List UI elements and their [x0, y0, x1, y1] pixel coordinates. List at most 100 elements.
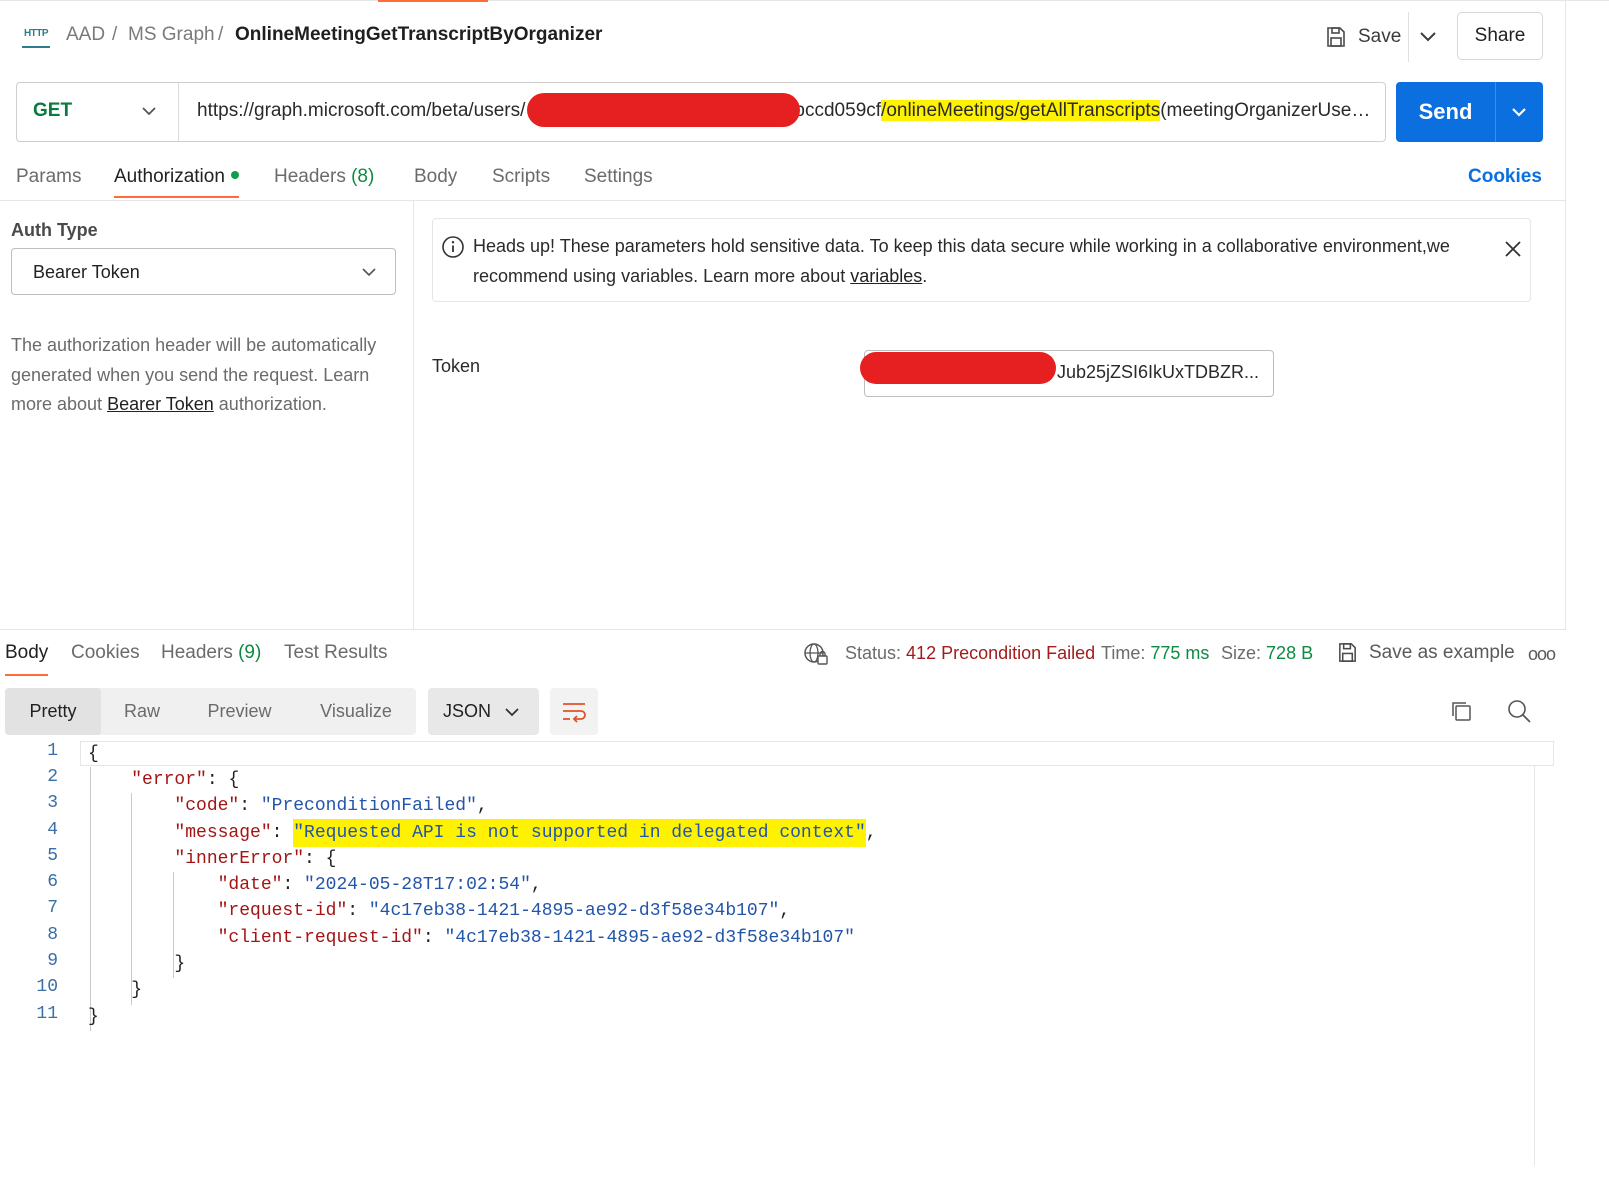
- json-value-highlighted: "Requested API is not supported in deleg…: [293, 819, 866, 847]
- code-line: "date": "2024-05-28T17:02:54",: [217, 875, 542, 895]
- code-line: "message": "Requested API is not support…: [88, 819, 877, 847]
- tab-body[interactable]: Body: [414, 166, 457, 188]
- chevron-down-icon[interactable]: [139, 101, 159, 121]
- save-as-example-button[interactable]: Save as example: [1336, 641, 1515, 664]
- more-options-icon[interactable]: ooo: [1528, 644, 1556, 665]
- brace: {: [228, 770, 240, 790]
- chevron-down-icon[interactable]: [1412, 22, 1444, 52]
- divider: [1408, 12, 1409, 62]
- line-number: 9: [47, 951, 58, 971]
- line-number: 5: [47, 846, 58, 866]
- size-readout[interactable]: Size: 728 B: [1221, 643, 1313, 664]
- save-icon: [1339, 643, 1356, 662]
- response-headers-count: (9): [238, 642, 262, 663]
- line-number: 3: [47, 793, 58, 813]
- save-as-example-label: Save as example: [1369, 641, 1515, 663]
- bearer-token-link[interactable]: Bearer Token: [107, 394, 214, 414]
- line-number: 6: [47, 872, 58, 892]
- tab-scripts[interactable]: Scripts: [492, 166, 550, 188]
- json-value: "2024-05-28T17:02:54": [304, 875, 531, 895]
- view-pretty[interactable]: Pretty: [5, 688, 101, 735]
- headers-count: (8): [351, 166, 375, 187]
- share-button[interactable]: Share: [1457, 12, 1543, 60]
- close-icon[interactable]: [1503, 239, 1523, 259]
- variables-link[interactable]: variables: [850, 266, 922, 286]
- response-tab-body[interactable]: Body: [5, 642, 48, 664]
- url-bar: GET https://graph.microsoft.com/beta/use…: [16, 82, 1386, 142]
- code-line: "innerError": {: [174, 849, 337, 869]
- editor-border: [1534, 766, 1535, 1166]
- divider: [1565, 0, 1566, 629]
- code-line: }: [88, 951, 185, 977]
- line-number: 4: [47, 820, 58, 840]
- url-prefix: https://graph.microsoft.com/beta/users/: [197, 100, 526, 121]
- response-tab-headers[interactable]: Headers (9): [161, 642, 261, 664]
- tab-settings[interactable]: Settings: [584, 166, 653, 188]
- network-globe-icon[interactable]: [803, 641, 829, 667]
- code-line: "error": {: [131, 770, 240, 790]
- breadcrumb-item-aad[interactable]: AAD: [66, 24, 105, 46]
- notice-end: .: [922, 265, 928, 286]
- brace: {: [325, 849, 337, 869]
- send-button[interactable]: Send: [1396, 82, 1543, 142]
- top-border: [0, 0, 1609, 1]
- divider: [0, 629, 1566, 630]
- current-line-highlight: [80, 741, 1554, 766]
- json-key: "message": [174, 823, 272, 843]
- wrap-lines-button[interactable]: [550, 688, 598, 735]
- line-number: 11: [36, 1004, 58, 1024]
- language-select[interactable]: JSON: [428, 688, 539, 735]
- tab-headers[interactable]: Headers (8): [274, 166, 374, 188]
- chevron-down-icon: [505, 708, 519, 717]
- tab-underline: [114, 196, 239, 198]
- save-label: Save: [1358, 26, 1402, 47]
- json-key: "request-id": [217, 901, 348, 921]
- divider: [1495, 82, 1496, 142]
- status-dot-icon: [230, 170, 239, 179]
- view-raw[interactable]: Raw: [101, 688, 183, 735]
- tab-authorization[interactable]: Authorization: [114, 166, 239, 188]
- json-key: "code": [174, 796, 240, 816]
- tab-authorization-label: Authorization: [114, 166, 225, 187]
- code-line: "client-request-id": "4c17eb38-1421-4895…: [217, 928, 855, 948]
- brace: }: [131, 980, 143, 1000]
- view-preview[interactable]: Preview: [183, 688, 296, 735]
- code-line: }: [88, 977, 142, 1003]
- json-value: "PreconditionFailed": [260, 796, 477, 816]
- response-body-code[interactable]: { "error": { "code": "PreconditionFailed…: [88, 741, 877, 1061]
- json-value: "4c17eb38-1421-4895-ae92-d3f58e34b107": [444, 928, 855, 948]
- language-value: JSON: [443, 701, 492, 721]
- auth-type-select[interactable]: Bearer Token: [11, 248, 396, 295]
- view-visualize[interactable]: Visualize: [296, 688, 416, 735]
- response-tab-test-results[interactable]: Test Results: [284, 642, 387, 664]
- tab-params[interactable]: Params: [16, 166, 81, 188]
- method-select[interactable]: GET: [33, 100, 72, 122]
- line-number: 2: [47, 767, 58, 787]
- send-label: Send: [1418, 99, 1473, 124]
- save-button[interactable]: Save: [1324, 16, 1401, 58]
- brace: }: [88, 1007, 99, 1027]
- brace: {: [88, 744, 99, 764]
- url-suffix: (meetingOrganizerUse…: [1160, 100, 1371, 121]
- line-number: 1: [47, 741, 58, 761]
- code-line: }: [88, 1004, 99, 1030]
- time-readout[interactable]: Time: 775 ms: [1101, 643, 1209, 664]
- json-key: "client-request-id": [217, 928, 423, 948]
- sensitive-data-notice: Heads up! These parameters hold sensitiv…: [432, 218, 1531, 302]
- response-tab-headers-label: Headers: [161, 642, 233, 663]
- auth-type-value: Bearer Token: [33, 262, 140, 282]
- json-key: "innerError": [174, 849, 305, 869]
- request-title[interactable]: OnlineMeetingGetTranscriptByOrganizer: [235, 24, 602, 46]
- response-tab-cookies[interactable]: Cookies: [71, 642, 140, 664]
- time-value: 775 ms: [1150, 643, 1210, 663]
- status-readout[interactable]: Status: 412 Precondition Failed: [845, 643, 1095, 664]
- breadcrumb-separator: /: [112, 24, 118, 45]
- cookies-link[interactable]: Cookies: [1468, 166, 1542, 188]
- chevron-down-icon[interactable]: [1506, 100, 1532, 124]
- search-icon[interactable]: [1506, 698, 1532, 724]
- view-mode-segmented: Pretty Raw Preview Visualize: [5, 688, 416, 735]
- status-label: Status:: [845, 643, 902, 663]
- copy-icon[interactable]: [1449, 699, 1473, 723]
- breadcrumb-item-ms-graph[interactable]: MS Graph: [128, 24, 215, 46]
- token-label: Token: [432, 356, 481, 376]
